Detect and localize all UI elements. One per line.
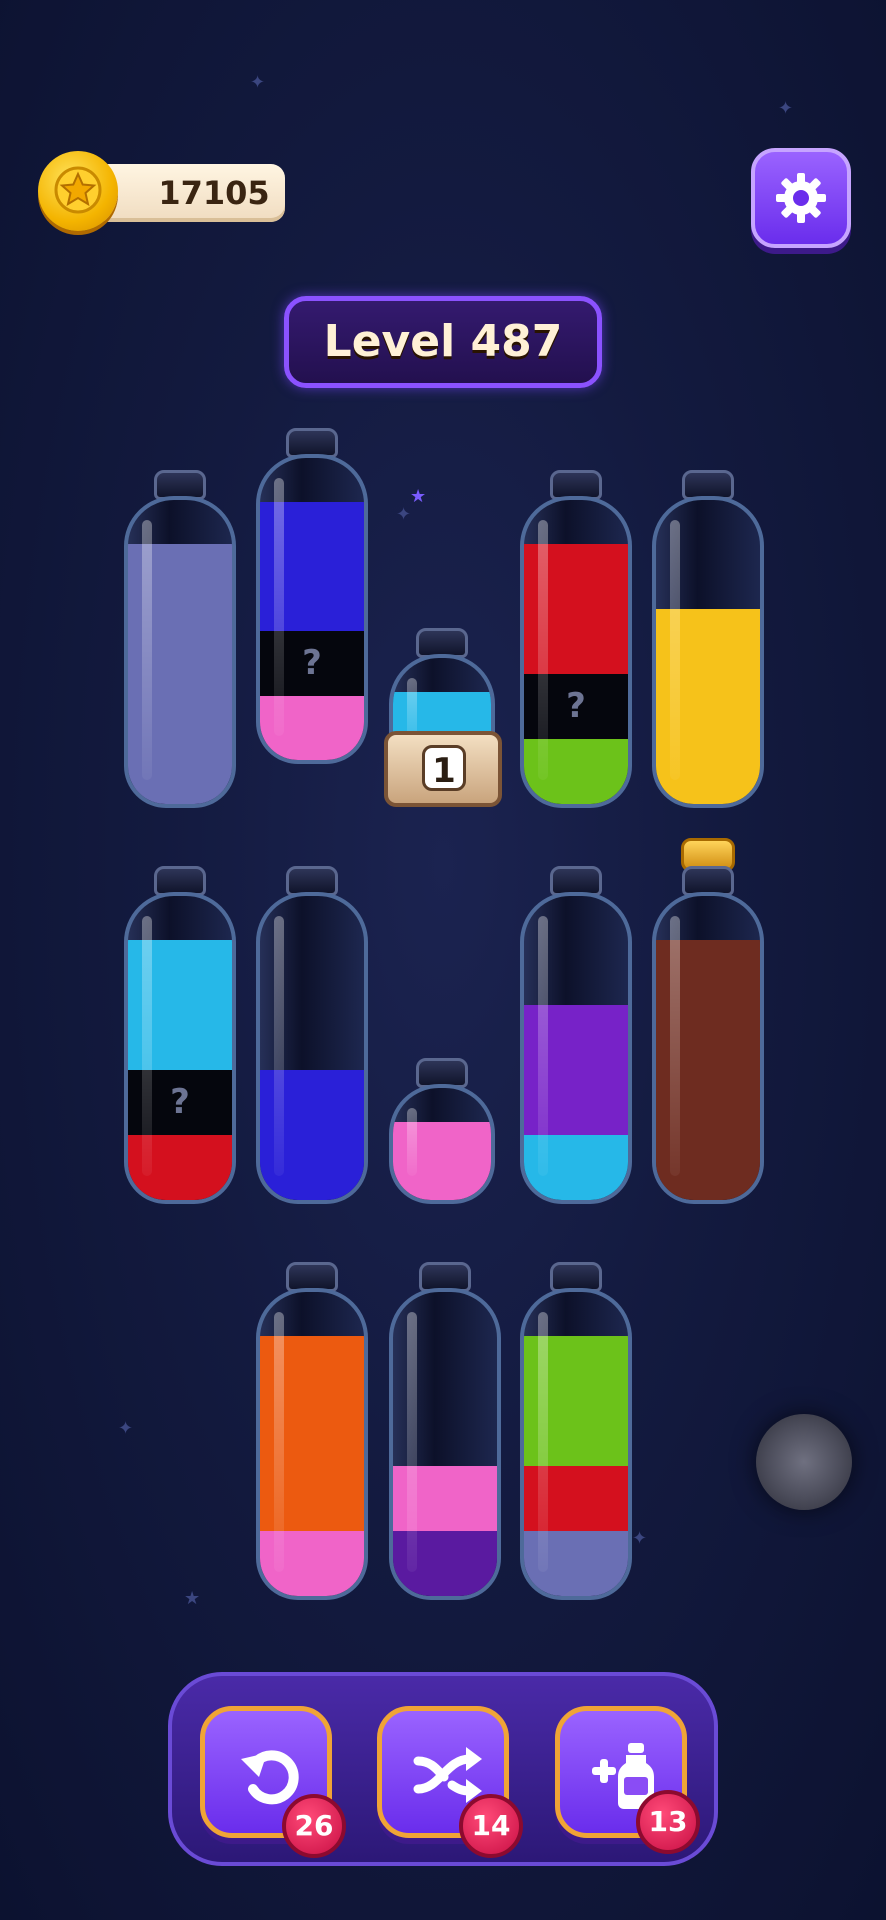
bottle-body: ? <box>256 454 368 764</box>
bottle-body <box>520 892 632 1204</box>
glass-shine <box>670 916 680 1176</box>
bottle-body: ? <box>520 496 632 808</box>
glass-shine <box>274 916 284 1176</box>
glass-shine <box>407 1312 417 1572</box>
bottle-13[interactable] <box>520 1262 632 1600</box>
gear-icon <box>776 173 826 223</box>
bottle-10[interactable] <box>652 838 764 1204</box>
bottle-12[interactable] <box>389 1262 501 1600</box>
bottle-body <box>520 1288 632 1600</box>
glass-shine <box>538 916 548 1176</box>
bottle-body <box>256 892 368 1204</box>
bottle-body <box>389 1084 495 1204</box>
unlock-count: 1 <box>422 745 466 791</box>
bottle-1[interactable] <box>124 470 236 808</box>
floating-control-button[interactable] <box>756 1414 852 1510</box>
glass-shine <box>538 520 548 780</box>
level-label: Level 487 <box>323 316 563 367</box>
sparkle: ✦ <box>396 504 412 525</box>
glass-shine <box>407 1108 417 1176</box>
glass-shine <box>142 916 152 1176</box>
bottle-body <box>652 496 764 808</box>
sparkle: ✦ <box>632 1528 648 1549</box>
bottle-11[interactable] <box>256 1262 368 1600</box>
sparkle: ✦ <box>778 98 794 119</box>
bottle-body <box>652 892 764 1204</box>
sparkle: ✦ <box>118 1418 134 1439</box>
bottle-4[interactable]: ? <box>520 470 632 808</box>
bottle-6[interactable]: ? <box>124 866 236 1204</box>
glass-shine <box>670 520 680 780</box>
bottle-body <box>389 1288 501 1600</box>
bottle-2[interactable]: ? <box>256 428 368 764</box>
locked-chest[interactable]: 1 <box>384 731 502 807</box>
sparkle: ★ <box>184 1588 201 1609</box>
glass-shine <box>274 1312 284 1572</box>
level-banner: Level 487 <box>284 296 602 388</box>
bottle-5[interactable] <box>652 470 764 808</box>
sparkle: ✦ <box>250 72 266 93</box>
bottle-body <box>124 496 236 808</box>
bottle-body <box>256 1288 368 1600</box>
bottle-9[interactable] <box>520 866 632 1204</box>
coin-value: 17105 <box>158 174 270 212</box>
bottle-7[interactable] <box>256 866 368 1204</box>
glass-shine <box>538 1312 548 1572</box>
bottle-8-small[interactable] <box>389 1058 495 1204</box>
undo-count-badge: 26 <box>282 1794 346 1858</box>
settings-button[interactable] <box>751 148 851 248</box>
glass-shine <box>142 520 152 780</box>
add-bottle-count-badge: 13 <box>636 1790 700 1854</box>
glass-shine <box>274 478 284 736</box>
coin-counter: 17105 <box>95 164 285 222</box>
shuffle-count-badge: 14 <box>459 1794 523 1858</box>
sparkle: ★ <box>410 486 427 507</box>
bottle-body: ? <box>124 892 236 1204</box>
star-coin-icon <box>38 151 118 231</box>
